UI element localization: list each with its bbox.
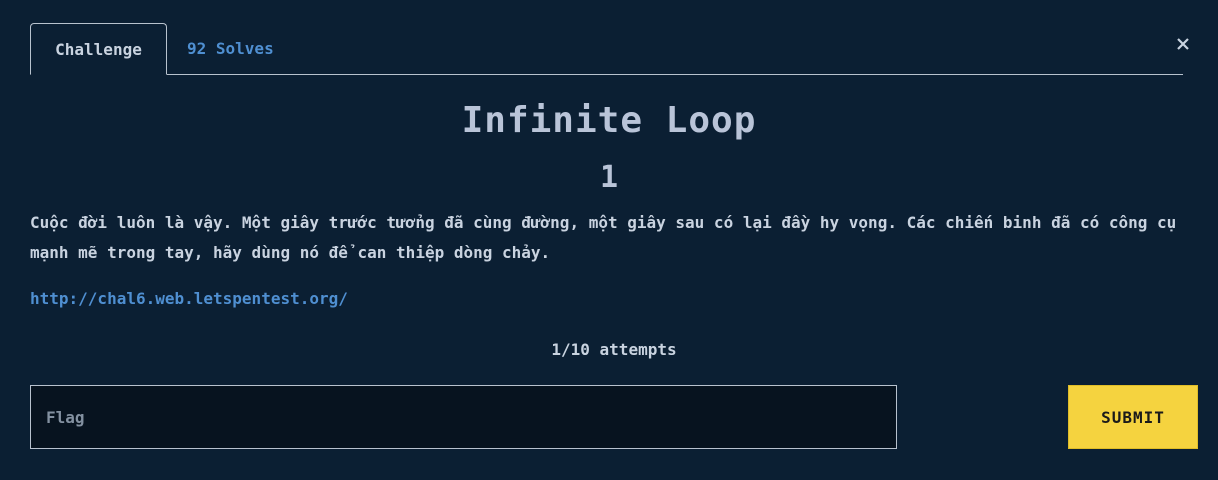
close-icon[interactable] <box>1175 36 1191 52</box>
challenge-title: Infinite Loop <box>461 100 757 141</box>
challenge-value: 1 <box>599 160 619 195</box>
submit-button[interactable]: SUBMIT <box>1068 385 1198 449</box>
challenge-link[interactable]: http://chal6.web.letspentest.org/ <box>30 289 348 308</box>
tab-solves[interactable]: 92 Solves <box>187 23 274 74</box>
flag-input[interactable] <box>30 385 897 449</box>
attempts-counter: 1/10 attempts <box>551 340 677 359</box>
challenge-description: Cuộc đời luôn là vậy. Một giây trước tưở… <box>30 213 1177 262</box>
tab-challenge[interactable]: Challenge <box>30 23 167 75</box>
tab-bar: Challenge 92 Solves <box>30 23 1183 75</box>
challenge-modal: Challenge 92 Solves Infinite Loop 1 Cuộc… <box>0 0 1218 480</box>
